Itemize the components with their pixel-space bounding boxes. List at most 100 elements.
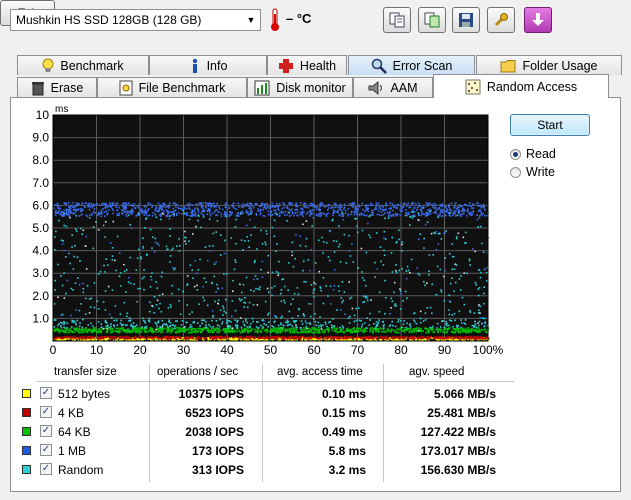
data-point-random (246, 236, 248, 238)
data-point-1mb (274, 205, 276, 207)
data-point-1mb (126, 328, 129, 331)
data-point-random (182, 209, 185, 212)
data-point-random (219, 318, 221, 321)
data-point-random (205, 324, 207, 326)
data-point-random (286, 324, 289, 327)
data-point-random (449, 282, 452, 285)
write-radio[interactable]: Write (510, 165, 555, 179)
data-point-1mb (342, 219, 345, 221)
data-point-random (479, 312, 481, 314)
data-point-random (345, 262, 348, 264)
data-point-1mb (290, 214, 292, 217)
data-point-random (350, 296, 353, 299)
data-point-1mb (429, 213, 432, 215)
data-point-4kb (322, 338, 325, 340)
data-point-1mb (199, 202, 202, 205)
data-point-1mb (213, 211, 216, 213)
data-point-1mb (269, 205, 271, 207)
table-row: ✓ 4 KB 6523 IOPS 0.15 ms 25.481 MB/s (22, 404, 512, 422)
tab-file-benchmark[interactable]: File Benchmark (97, 77, 247, 97)
read-radio[interactable]: Read (510, 147, 556, 161)
x-tick-label: 80 (394, 343, 408, 357)
data-point-64kb (97, 331, 100, 333)
write-radio-dot[interactable] (510, 166, 521, 178)
data-point-4kb (337, 336, 339, 339)
data-point-random (480, 225, 482, 228)
data-point-1mb (213, 202, 215, 205)
data-point-random (130, 323, 133, 326)
series-checkbox[interactable]: ✓ (40, 387, 52, 399)
series-checkbox[interactable]: ✓ (40, 444, 52, 456)
data-point-64kb (69, 330, 71, 333)
write-label: Write (526, 165, 555, 179)
data-point-random (125, 291, 127, 293)
data-point-random (105, 325, 107, 328)
data-point-random (477, 294, 480, 297)
tab-disk-monitor[interactable]: Disk monitor (247, 77, 353, 97)
read-radio-dot[interactable] (510, 148, 521, 160)
data-point-random (69, 216, 71, 219)
data-point-64kb (54, 328, 57, 331)
data-point-1mb (88, 202, 91, 205)
data-point-1mb (467, 205, 470, 207)
tab-benchmark[interactable]: Benchmark (17, 55, 149, 75)
data-point-random (220, 234, 222, 236)
data-point-4kb (74, 335, 76, 338)
data-point-1mb (321, 203, 324, 206)
tab-random-access[interactable]: Random Access (433, 74, 609, 98)
series-checkbox[interactable]: ✓ (40, 425, 52, 437)
data-point-4kb (445, 336, 448, 338)
data-point-random (188, 240, 190, 242)
tab-health[interactable]: Health (267, 55, 347, 75)
start-button[interactable]: Start (510, 114, 590, 136)
tab-aam[interactable]: AAM (353, 77, 433, 97)
data-point-random (429, 326, 432, 329)
data-point-1mb (274, 315, 276, 317)
data-point-random (481, 323, 483, 325)
data-point-64kb (442, 331, 444, 334)
data-point-random (178, 250, 181, 252)
data-point-random (168, 319, 170, 322)
tab-info[interactable]: Info (149, 55, 267, 75)
series-checkbox[interactable]: ✓ (40, 406, 52, 418)
data-point-random (186, 283, 189, 285)
data-point-1mb (367, 204, 369, 207)
data-point-1mb (308, 205, 311, 207)
data-point-1mb (384, 212, 386, 214)
data-point-random (224, 239, 226, 242)
data-point-4kb (56, 337, 58, 339)
data-point-random (152, 236, 154, 238)
data-point-64kb (356, 328, 358, 330)
data-point-random (224, 298, 227, 301)
data-point-random (397, 319, 400, 321)
data-point-4kb (364, 337, 367, 340)
data-point-1mb (205, 206, 207, 209)
data-point-random (365, 284, 367, 287)
data-point-random (169, 215, 171, 217)
data-point-4kb (211, 336, 214, 338)
data-point-64kb (181, 330, 184, 332)
data-point-random (90, 297, 93, 300)
data-point-random (474, 281, 477, 284)
data-point-1mb (449, 208, 451, 211)
tab-folder-usage[interactable]: Folder Usage (476, 55, 622, 75)
data-point-1mb (407, 211, 409, 214)
data-point-random (406, 322, 409, 325)
data-point-64kb (468, 331, 471, 334)
x-tick-label: 90 (438, 343, 452, 357)
data-point-1mb (317, 215, 320, 217)
data-point-random (120, 324, 123, 326)
data-point-random (294, 257, 296, 260)
tab-erase[interactable]: Erase (17, 77, 97, 97)
series-checkbox[interactable]: ✓ (40, 463, 52, 475)
data-point-random (273, 285, 276, 287)
data-point-1mb (283, 206, 286, 209)
data-point-64kb (390, 331, 392, 333)
data-point-random (292, 265, 295, 268)
data-point-random (376, 325, 379, 327)
data-point-random (435, 293, 438, 296)
tab-error-scan[interactable]: Error Scan (348, 55, 475, 75)
data-point-1mb (479, 317, 481, 319)
data-point-1mb (454, 202, 457, 204)
data-point-64kb (286, 329, 288, 331)
